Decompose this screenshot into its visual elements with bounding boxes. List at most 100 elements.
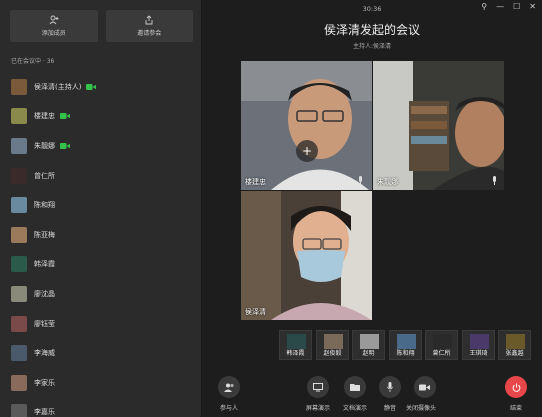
invite-label: 邀请参会 xyxy=(137,30,162,37)
participant-row[interactable]: 陈和翔 xyxy=(11,190,201,220)
pin-window-icon[interactable]: ⚲ xyxy=(481,2,487,11)
meeting-main: 30:36 ⚲ — ☐ ✕ 侯泽清发起的会议 主持人:侯泽清 + 楼建忠 朱靓娜… xyxy=(202,0,542,417)
add-member-label: 添加成员 xyxy=(41,30,66,37)
thumbnail-avatar xyxy=(360,334,379,349)
video-tile-label: 侯泽清 xyxy=(245,308,266,316)
invite-button[interactable]: 邀请参会 xyxy=(105,10,193,42)
camera-icon xyxy=(413,376,436,398)
avatar xyxy=(11,197,27,214)
video-frame xyxy=(241,191,372,320)
camera-on-icon xyxy=(60,142,70,149)
participant-row[interactable]: 李家乐 xyxy=(11,368,201,398)
participant-name: 曾仁所 xyxy=(34,171,55,180)
thumbnail-name: 赵明 xyxy=(362,350,375,357)
participant-row[interactable]: 朱靓娜 xyxy=(11,131,201,161)
doc-share-label: 文档演示 xyxy=(343,405,368,412)
participant-name: 朱靓娜 xyxy=(34,141,55,150)
participant-name: 侯泽清(主持人) xyxy=(34,82,82,91)
share-icon xyxy=(145,15,153,25)
end-meeting-button[interactable]: 结束 xyxy=(505,376,527,412)
microphone-icon xyxy=(359,176,362,185)
panel-actions: 添加成员 邀请参会 xyxy=(0,0,201,42)
participant-thumbnail[interactable]: 韩泽霞 xyxy=(279,330,312,360)
video-tile-1[interactable]: + 楼建忠 xyxy=(241,61,372,190)
participant-row[interactable]: 韩泽霞 xyxy=(11,250,201,280)
participant-thumbnail[interactable]: 陈和翔 xyxy=(389,330,422,360)
participant-name: 陈亚梅 xyxy=(34,230,55,239)
thumbnail-avatar xyxy=(470,334,489,349)
participant-name: 韩泽霞 xyxy=(34,260,55,269)
avatar xyxy=(11,108,27,125)
video-frame xyxy=(373,61,504,190)
participant-list: 侯泽清(主持人) 楼建忠朱靓娜曾仁所陈和翔陈亚梅韩泽霞廖沈晶廖钰莹李海威李家乐李嘉… xyxy=(0,72,201,417)
end-meeting-label: 结束 xyxy=(509,405,522,412)
thumbnail-name: 曾仁所 xyxy=(432,350,451,357)
thumbnail-avatar xyxy=(287,334,306,349)
thumbnail-name: 陈和翔 xyxy=(396,350,415,357)
participants-icon xyxy=(218,376,240,398)
avatar xyxy=(11,137,27,154)
participant-name: 陈和翔 xyxy=(34,201,55,210)
participant-name: 廖沈晶 xyxy=(34,289,55,298)
meeting-title: 侯泽清发起的会议 xyxy=(323,23,420,37)
participant-name: 李海威 xyxy=(34,349,55,358)
avatar xyxy=(11,167,27,184)
avatar xyxy=(11,404,27,417)
participant-row[interactable]: 李嘉乐 xyxy=(11,398,201,417)
thumbnail-avatar xyxy=(397,334,416,349)
avatar xyxy=(11,256,27,273)
participant-name: 李家乐 xyxy=(34,378,55,387)
add-person-icon xyxy=(49,15,59,25)
video-frame xyxy=(241,61,372,190)
microphone-icon xyxy=(379,376,401,398)
participant-count: 已在会议中 · 36 xyxy=(11,58,55,65)
participant-name: 楼建忠 xyxy=(34,112,55,121)
participant-name: 廖钰莹 xyxy=(34,319,55,328)
thumbnail-name: 韩泽霞 xyxy=(286,350,305,357)
camera-off-label: 关闭摄像头 xyxy=(406,405,437,412)
participants-label: 参与人 xyxy=(219,405,238,412)
participant-row[interactable]: 李海威 xyxy=(11,338,201,368)
avatar xyxy=(11,226,27,243)
minimize-icon[interactable]: — xyxy=(496,2,504,11)
avatar xyxy=(11,285,27,302)
participant-row[interactable]: 侯泽清(主持人) xyxy=(11,72,201,102)
video-tile-3[interactable]: 侯泽清 xyxy=(241,191,372,320)
avatar xyxy=(11,345,27,362)
participant-row[interactable]: 曾仁所 xyxy=(11,161,201,191)
avatar xyxy=(11,78,27,95)
participant-name: 李嘉乐 xyxy=(34,408,55,417)
video-tile-2[interactable]: 朱靓娜 xyxy=(373,61,504,190)
camera-off-button[interactable]: 关闭摄像头 xyxy=(406,376,436,412)
participant-thumbnail[interactable]: 张鑫越 xyxy=(498,330,531,360)
screen-share-button[interactable]: 屏幕演示 xyxy=(306,376,330,412)
close-icon[interactable]: ✕ xyxy=(529,2,536,11)
participant-thumbnail[interactable]: 王琪琦 xyxy=(462,330,495,360)
pin-video-button[interactable]: + xyxy=(296,140,318,162)
camera-on-icon xyxy=(60,113,70,120)
add-member-button[interactable]: 添加成员 xyxy=(10,10,98,42)
participant-thumbnail[interactable]: 赵明 xyxy=(352,330,385,360)
doc-share-button[interactable]: 文档演示 xyxy=(343,376,367,412)
camera-on-icon xyxy=(86,83,97,90)
participant-row[interactable]: 楼建忠 xyxy=(11,102,201,132)
participants-panel: 添加成员 邀请参会 已在会议中 · 36 侯泽清(主持人) 楼建忠朱靓娜曾仁所陈和… xyxy=(0,0,202,417)
video-tile-label: 朱靓娜 xyxy=(377,178,398,186)
mute-label: 静音 xyxy=(383,405,396,412)
host-label: 主持人:侯泽清 xyxy=(352,43,392,50)
maximize-icon[interactable]: ☐ xyxy=(513,2,520,11)
window-controls: ⚲ — ☐ ✕ xyxy=(481,2,536,11)
participant-thumbnail[interactable]: 赵俊毅 xyxy=(316,330,349,360)
participant-thumbnail[interactable]: 曾仁所 xyxy=(425,330,458,360)
mute-button[interactable]: 静音 xyxy=(379,376,401,412)
thumbnail-avatar xyxy=(433,334,452,349)
participant-row[interactable]: 陈亚梅 xyxy=(11,220,201,250)
participant-row[interactable]: 廖钰莹 xyxy=(11,309,201,339)
avatar xyxy=(11,374,27,391)
microphone-icon xyxy=(493,176,496,185)
thumbnail-name: 王琪琦 xyxy=(469,350,488,357)
participants-button[interactable]: 参与人 xyxy=(218,376,240,412)
screen-share-icon xyxy=(307,376,329,398)
thumbnail-avatar xyxy=(324,334,343,349)
participant-row[interactable]: 廖沈晶 xyxy=(11,279,201,309)
